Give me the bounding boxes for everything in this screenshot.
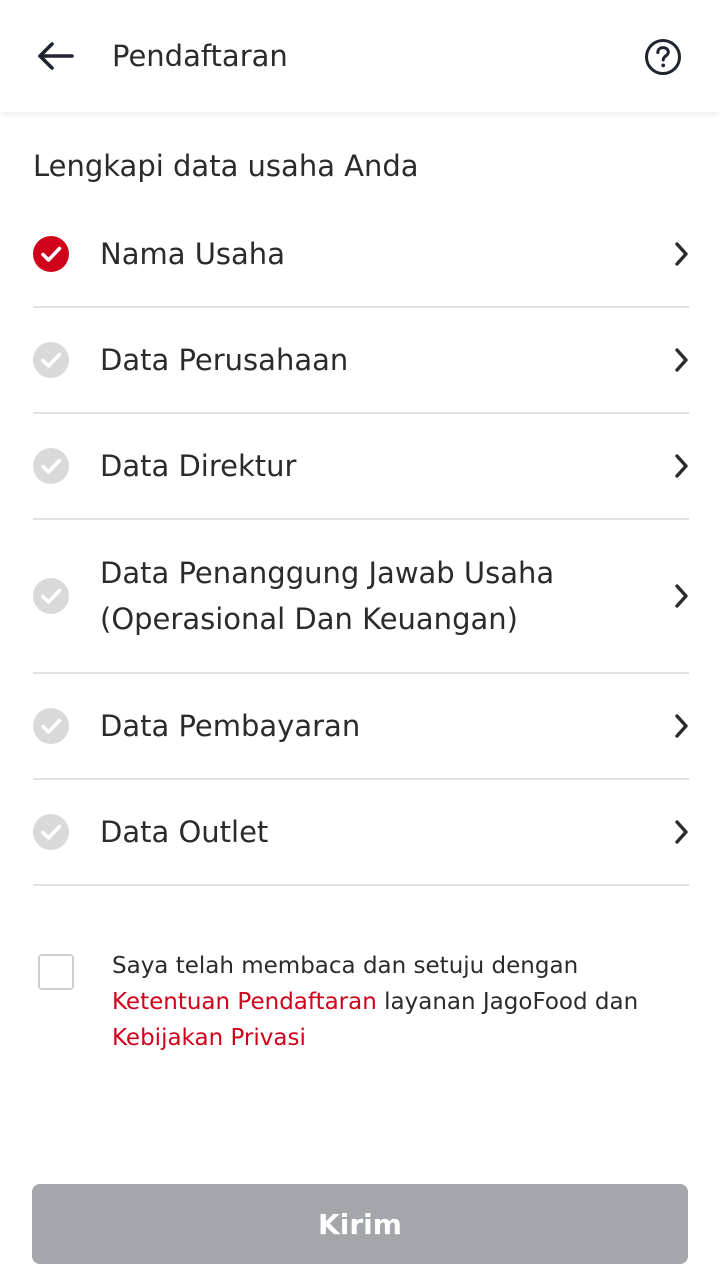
step-label: Nama Usaha <box>100 237 285 271</box>
page-title: Pendaftaran <box>112 39 288 73</box>
chevron-right-icon <box>675 714 688 738</box>
back-button[interactable] <box>30 30 82 82</box>
check-circle-pending-icon <box>33 814 69 850</box>
submit-button[interactable]: Kirim <box>32 1184 688 1264</box>
step-item-data-outlet[interactable]: Data Outlet <box>33 780 689 886</box>
chevron-right-icon <box>675 584 688 608</box>
arrow-left-icon <box>38 42 74 70</box>
check-circle-pending-icon <box>33 342 69 378</box>
chevron-right-icon <box>675 820 688 844</box>
agreement-text-before: Saya telah membaca dan setuju dengan <box>112 953 579 979</box>
step-label: Data Pembayaran <box>100 709 361 743</box>
help-button[interactable] <box>640 34 686 80</box>
step-label: Data Perusahaan <box>100 343 349 377</box>
step-label: Data Penanggung Jawab Usaha (Operasional… <box>100 556 555 636</box>
check-circle-pending-icon <box>33 578 69 614</box>
privacy-link[interactable]: Kebijakan Privasi <box>112 1025 306 1051</box>
agreement-text: Saya telah membaca dan setuju dengan Ket… <box>112 948 692 1056</box>
section-title: Lengkapi data usaha Anda <box>33 149 419 183</box>
chevron-right-icon <box>675 348 688 372</box>
step-label: Data Direktur <box>100 449 297 483</box>
agreement-checkbox[interactable] <box>38 954 74 990</box>
step-item-data-perusahaan[interactable]: Data Perusahaan <box>33 308 689 414</box>
chevron-right-icon <box>675 454 688 478</box>
agreement-text-middle: layanan JagoFood dan <box>376 989 639 1015</box>
step-item-data-pembayaran[interactable]: Data Pembayaran <box>33 674 689 780</box>
check-circle-pending-icon <box>33 708 69 744</box>
terms-link[interactable]: Ketentuan Pendaftaran <box>112 989 377 1015</box>
step-item-nama-usaha[interactable]: Nama Usaha <box>33 202 689 308</box>
step-label: Data Outlet <box>100 815 269 849</box>
step-item-data-penanggung-jawab[interactable]: Data Penanggung Jawab Usaha (Operasional… <box>33 520 689 674</box>
chevron-right-icon <box>675 242 688 266</box>
check-circle-done-icon <box>33 236 69 272</box>
app-bar: Pendaftaran <box>0 0 720 112</box>
question-circle-icon <box>645 39 681 75</box>
registration-step-list: Nama Usaha Data Perusahaan Data Direktur… <box>33 202 689 886</box>
step-item-data-direktur[interactable]: Data Direktur <box>33 414 689 520</box>
check-circle-pending-icon <box>33 448 69 484</box>
